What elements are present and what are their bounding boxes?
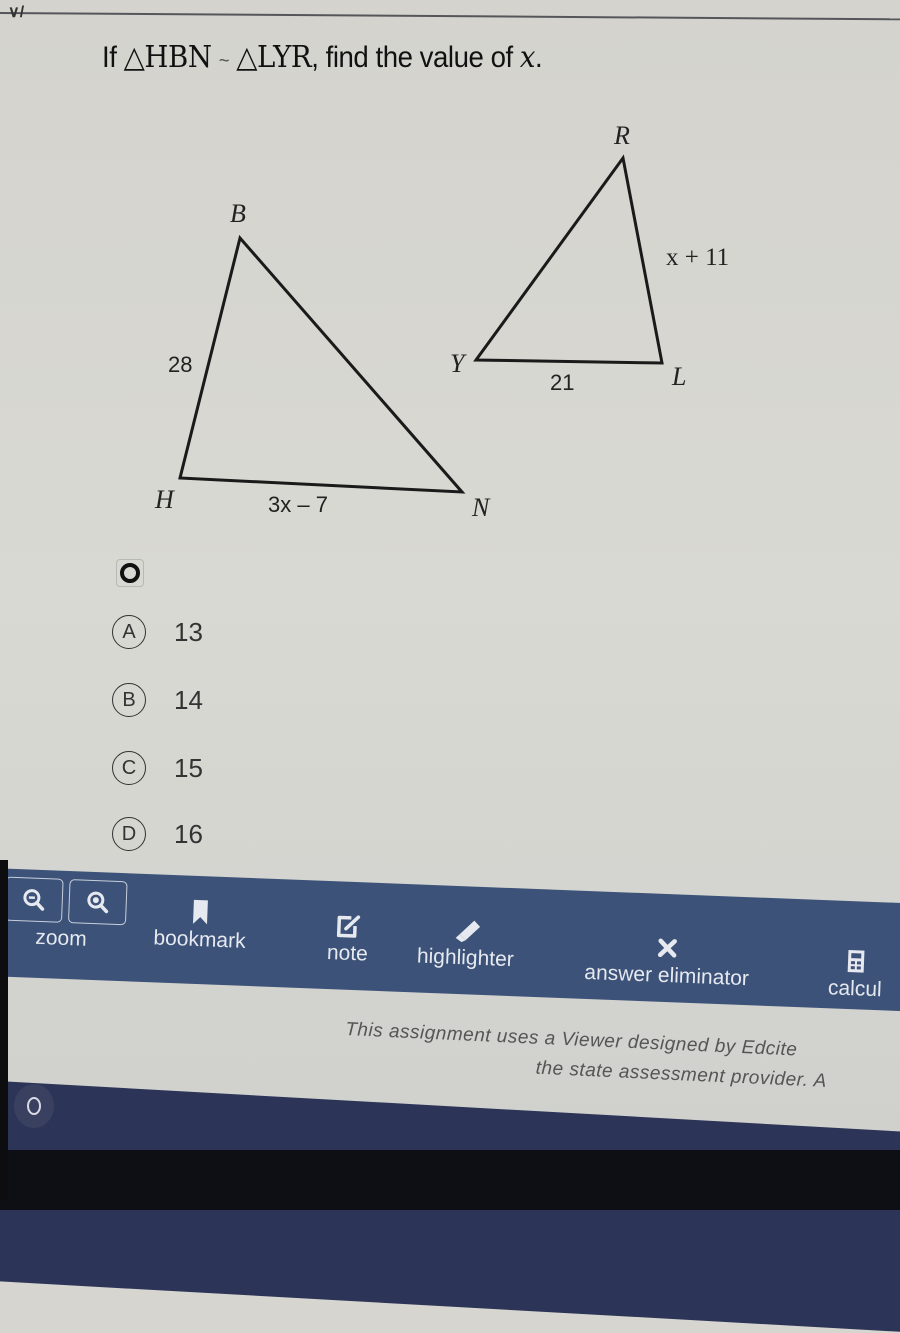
option-value-a: 13	[174, 617, 203, 648]
answer-options-header[interactable]	[116, 559, 144, 587]
highlighter-icon	[446, 916, 487, 946]
vertex-label-b: B	[230, 199, 246, 228]
eliminator-toggle-icon	[120, 563, 140, 583]
option-letter-c: C	[112, 751, 146, 785]
calculator-label: calcul	[828, 976, 883, 1001]
option-letter-b: B	[112, 683, 146, 717]
tools-toolbar: zoom bookmark note highlighter	[0, 868, 900, 1012]
disclaimer-line-2: the state assessment provider. A	[343, 1045, 900, 1103]
launcher-circle-icon	[27, 1097, 41, 1115]
vertex-label-n: N	[471, 493, 491, 522]
screen: ∨/ If △HBN ~ △LYR, find the value of x. …	[0, 0, 900, 1200]
side-label-hb: 28	[168, 352, 192, 377]
note-icon	[333, 911, 364, 940]
option-value-d: 16	[174, 819, 203, 850]
answer-option-c[interactable]: C 15	[112, 751, 203, 785]
vertex-label-h: H	[154, 485, 175, 514]
calculator-icon	[844, 947, 867, 976]
answer-option-d[interactable]: D 16	[112, 817, 203, 851]
bookmark-icon	[190, 898, 211, 927]
answer-option-b[interactable]: B 14	[112, 683, 203, 717]
option-letter-a: A	[112, 615, 146, 649]
screen-bezel	[0, 1150, 900, 1210]
vertex-label-y: Y	[450, 349, 467, 378]
zoom-out-icon	[20, 886, 47, 913]
side-label-yl: 21	[550, 370, 574, 395]
vertex-label-l: L	[671, 362, 686, 391]
bookmark-button[interactable]: bookmark	[153, 896, 247, 953]
viewer-disclaimer: This assignment uses a Viewer designed b…	[343, 1015, 900, 1103]
similar-triangles-figure: B H N 28 3x – 7 R Y L 21 x + 11	[0, 0, 900, 560]
triangle-lyr	[476, 158, 662, 363]
zoom-out-button[interactable]	[4, 877, 64, 923]
highlighter-label: highlighter	[416, 944, 514, 971]
zoom-label: zoom	[35, 926, 87, 952]
answer-option-a[interactable]: A 13	[112, 615, 203, 649]
option-value-c: 15	[174, 753, 203, 784]
x-icon	[655, 934, 680, 963]
note-button[interactable]: note	[327, 911, 370, 967]
highlighter-button[interactable]: highlighter	[416, 914, 515, 972]
launcher-button[interactable]	[14, 1084, 54, 1128]
side-label-hn: 3x – 7	[268, 492, 328, 517]
option-letter-d: D	[112, 817, 146, 851]
triangle-hbn	[180, 238, 462, 492]
calculator-button[interactable]: calcul	[828, 946, 884, 1002]
side-label-rl: x + 11	[666, 244, 729, 271]
answer-eliminator-button[interactable]: answer eliminator	[584, 931, 751, 991]
screen-bezel-left	[0, 860, 8, 1200]
bookmark-label: bookmark	[153, 926, 246, 953]
answer-eliminator-label: answer eliminator	[584, 961, 749, 990]
option-value-b: 14	[174, 685, 203, 716]
zoom-in-icon	[84, 889, 111, 916]
note-label: note	[327, 941, 369, 966]
zoom-in-button[interactable]	[68, 879, 128, 925]
vertex-label-r: R	[613, 121, 630, 150]
